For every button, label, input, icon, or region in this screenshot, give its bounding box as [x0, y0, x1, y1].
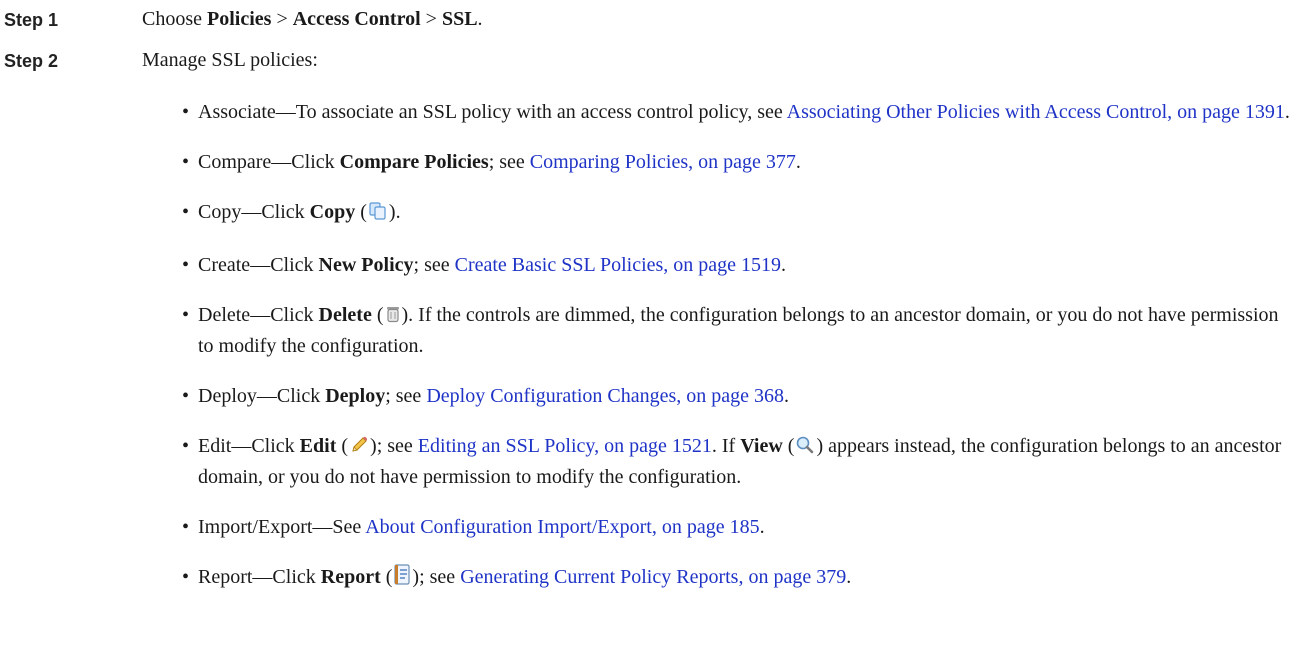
- associate-link[interactable]: Associating Other Policies with Access C…: [787, 101, 1285, 123]
- paren-open: (: [336, 435, 349, 457]
- trash-icon: [385, 304, 401, 332]
- edit-text: Edit—Click: [198, 435, 300, 457]
- paren-close: ); see: [412, 566, 461, 588]
- list-item-import-export: Import/Export—See About Configuration Im…: [182, 513, 1297, 541]
- list-item-delete: Delete—Click Delete (). If the controls …: [182, 301, 1297, 360]
- editing-ssl-policy-link[interactable]: Editing an SSL Policy, on page 1521: [418, 435, 712, 457]
- period: .: [784, 385, 790, 407]
- step-1-label: Step 1: [4, 10, 59, 30]
- edit-label: Edit: [299, 435, 337, 457]
- import-export-text: Import/Export—See: [198, 516, 366, 538]
- pencil-icon: [349, 435, 369, 463]
- period: .: [1284, 101, 1290, 123]
- menu-access-control: Access Control: [292, 8, 421, 30]
- step-1-intro: Choose: [142, 8, 207, 30]
- deploy-text: Deploy—Click: [198, 385, 326, 407]
- paren-close: ).: [388, 201, 401, 223]
- period: .: [477, 8, 483, 30]
- list-item-edit: Edit—Click Edit ( ); see Editing an SSL P…: [182, 432, 1297, 491]
- create-text: Create—Click: [198, 254, 319, 276]
- report-label: Report: [320, 566, 381, 588]
- paren-open: (: [380, 566, 393, 588]
- period: .: [781, 254, 787, 276]
- import-export-link[interactable]: About Configuration Import/Export, on pa…: [365, 516, 759, 538]
- compare-text: Compare—Click: [198, 151, 340, 173]
- see-text: ; see: [385, 385, 427, 407]
- see-text: ; see: [413, 254, 455, 276]
- copy-icon: [368, 201, 388, 229]
- document-page: Step 1 Choose Policies > Access Control …: [0, 0, 1308, 670]
- period: .: [846, 566, 852, 588]
- paren-open: (: [355, 201, 367, 223]
- list-item-associate: Associate—To associate an SSL policy wit…: [182, 98, 1297, 126]
- step-1-text: Choose Policies > Access Control > SSL.: [142, 8, 483, 31]
- new-policy-label: New Policy: [318, 254, 414, 276]
- policy-reports-link[interactable]: Generating Current Policy Reports, on pa…: [460, 566, 846, 588]
- view-label: View: [740, 435, 783, 457]
- copy-label: Copy: [309, 201, 356, 223]
- paren-open: (: [371, 304, 384, 326]
- delete-text: Delete—Click: [198, 304, 319, 326]
- policy-actions-list: Associate—To associate an SSL policy wit…: [182, 98, 1297, 616]
- paren-close: ); see: [370, 435, 418, 457]
- create-ssl-policies-link[interactable]: Create Basic SSL Policies, on page 1519: [455, 254, 781, 276]
- menu-policies: Policies: [207, 8, 272, 30]
- if-text: . If: [711, 435, 741, 457]
- see-text: ; see: [488, 151, 530, 173]
- menu-ssl: SSL: [441, 8, 478, 30]
- period: .: [795, 151, 801, 173]
- associate-text: Associate—To associate an SSL policy wit…: [198, 101, 787, 123]
- step-2-text: Manage SSL policies:: [142, 49, 318, 71]
- compare-policies-label: Compare Policies: [339, 151, 489, 173]
- separator: >: [420, 8, 442, 30]
- paren-open: (: [782, 435, 795, 457]
- period: .: [759, 516, 765, 538]
- comparing-policies-link[interactable]: Comparing Policies, on page 377: [530, 151, 796, 173]
- list-item-report: Report—Click Report ( ); see Generating C…: [182, 563, 1297, 594]
- report-icon: [393, 564, 411, 594]
- list-item-create: Create—Click New Policy; see Create Basi…: [182, 251, 1297, 279]
- magnifier-icon: [795, 435, 815, 463]
- copy-text: Copy—Click: [198, 201, 310, 223]
- report-text: Report—Click: [198, 566, 321, 588]
- delete-label: Delete: [318, 304, 372, 326]
- list-item-deploy: Deploy—Click Deploy; see Deploy Configur…: [182, 382, 1297, 410]
- deploy-label: Deploy: [325, 385, 386, 407]
- list-item-compare: Compare—Click Compare Policies; see Comp…: [182, 148, 1297, 176]
- step-2-label: Step 2: [4, 51, 59, 71]
- separator: >: [271, 8, 293, 30]
- deploy-config-link[interactable]: Deploy Configuration Changes, on page 36…: [426, 385, 784, 407]
- list-item-copy: Copy—Click Copy ().: [182, 198, 1297, 229]
